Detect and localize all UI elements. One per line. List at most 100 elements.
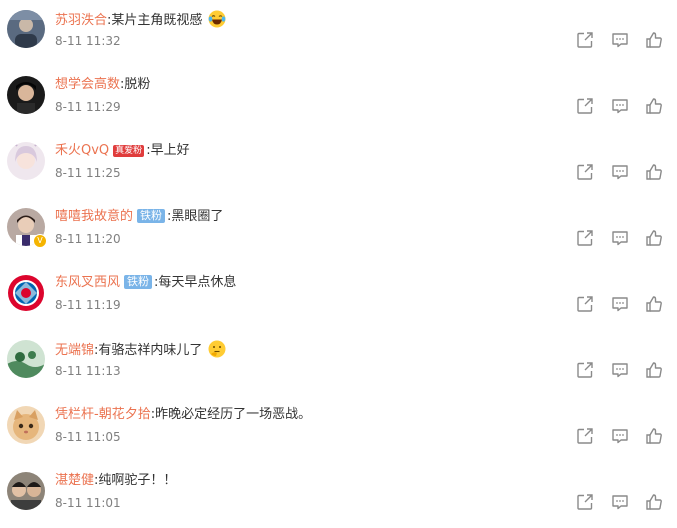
comment-item: V 嘻嘻我故意的 铁粉:黑眼圈了 8-11 11:20 [0, 198, 677, 264]
thumbs-up-icon [646, 296, 662, 312]
comment-time: 8-11 11:25 [55, 166, 121, 180]
avatar[interactable] [7, 340, 45, 378]
username-link[interactable]: 苏羽泆合 [55, 13, 107, 28]
comment-line: 东风叉西风 铁粉:每天早点休息 [55, 274, 236, 292]
username-link[interactable]: 想学会高数 [55, 77, 120, 92]
thumbs-up-icon [646, 494, 662, 510]
comment-icon [612, 297, 628, 312]
comment-item: 东风叉西风 铁粉:每天早点休息 8-11 11:19 [0, 264, 677, 330]
avatar[interactable] [7, 406, 45, 444]
share-button[interactable] [576, 229, 594, 247]
like-button[interactable] [645, 31, 663, 49]
reply-button[interactable] [611, 361, 629, 379]
share-button[interactable] [576, 97, 594, 115]
reply-button[interactable] [611, 295, 629, 313]
share-icon [577, 296, 593, 312]
share-icon [577, 230, 593, 246]
thumbs-up-icon [646, 428, 662, 444]
reply-button[interactable] [611, 427, 629, 445]
like-button[interactable] [645, 229, 663, 247]
verified-badge-icon: V [33, 234, 47, 248]
like-button[interactable] [645, 295, 663, 313]
comment-icon [612, 33, 628, 48]
username-link[interactable]: 禾火QvQ [55, 143, 109, 158]
thumbs-up-icon [646, 362, 662, 378]
like-button[interactable] [645, 163, 663, 181]
reply-button[interactable] [611, 229, 629, 247]
share-button[interactable] [576, 31, 594, 49]
thinking-emoji-icon [208, 340, 226, 358]
like-button[interactable] [645, 361, 663, 379]
comment-text: 早上好 [150, 143, 190, 158]
thumbs-up-icon [646, 164, 662, 180]
comment-text: 昨晚必定经历了一场恶战。 [155, 407, 312, 422]
share-icon [577, 32, 593, 48]
reply-button[interactable] [611, 493, 629, 511]
avatar[interactable] [7, 10, 45, 48]
username-link[interactable]: 无端锦 [55, 343, 94, 358]
share-icon [577, 164, 593, 180]
comment-text: 纯啊驼子！！ [98, 473, 177, 488]
comment-icon [612, 495, 628, 510]
comment-icon [612, 99, 628, 114]
comment-time: 8-11 11:32 [55, 34, 121, 48]
comment-line: 湛楚健:纯啊驼子！！ [55, 472, 176, 490]
comment-time: 8-11 11:29 [55, 100, 121, 114]
avatar[interactable] [7, 472, 45, 510]
like-button[interactable] [645, 427, 663, 445]
share-button[interactable] [576, 295, 594, 313]
comment-line: 无端锦:有骆志祥内味儿了 [55, 340, 226, 360]
comment-icon [612, 165, 628, 180]
comment-icon [612, 429, 628, 444]
reply-button[interactable] [611, 31, 629, 49]
comment-time: 8-11 11:13 [55, 364, 121, 378]
comment-text: 每天早点休息 [158, 275, 237, 290]
share-icon [577, 362, 593, 378]
avatar[interactable] [7, 76, 45, 114]
comment-item: 想学会高数:脱粉 8-11 11:29 [0, 66, 677, 132]
share-icon [577, 98, 593, 114]
comment-time: 8-11 11:20 [55, 232, 121, 246]
comment-text: 脱粉 [124, 77, 151, 92]
comment-icon [612, 363, 628, 378]
comment-text: 某片主角既视感 [111, 13, 203, 28]
comment-item: 无端锦:有骆志祥内味儿了 8-11 11:13 [0, 330, 677, 396]
share-icon [577, 494, 593, 510]
reply-button[interactable] [611, 97, 629, 115]
username-link[interactable]: 东风叉西风 [55, 275, 120, 290]
thumbs-up-icon [646, 230, 662, 246]
avatar[interactable] [7, 274, 45, 312]
comment-text: 有骆志祥内味儿了 [98, 343, 203, 358]
share-button[interactable] [576, 493, 594, 511]
comment-time: 8-11 11:19 [55, 298, 121, 312]
username-link[interactable]: 湛楚健 [55, 473, 94, 488]
laugh-tears-emoji-icon [208, 10, 226, 28]
username-link[interactable]: 嘻嘻我故意的 [55, 209, 133, 224]
like-button[interactable] [645, 97, 663, 115]
comment-line: 凭栏杆-朝花夕拾:昨晚必定经历了一场恶战。 [55, 406, 311, 424]
comment-line: 苏羽泆合:某片主角既视感 [55, 10, 226, 30]
share-icon [577, 428, 593, 444]
like-button[interactable] [645, 493, 663, 511]
comment-item: 禾火QvQ 真爱粉:早上好 8-11 11:25 [0, 132, 677, 198]
reply-button[interactable] [611, 163, 629, 181]
comment-time: 8-11 11:01 [55, 496, 121, 510]
comment-text: 黑眼圈了 [171, 209, 224, 224]
comment-list: 苏羽泆合:某片主角既视感 8-11 11:32 想学会高数:脱粉 8-11 11… [0, 0, 677, 528]
avatar[interactable] [7, 142, 45, 180]
iron-fan-badge: 铁粉 [137, 209, 166, 223]
thumbs-up-icon [646, 98, 662, 114]
comment-line: 禾火QvQ 真爱粉:早上好 [55, 142, 190, 160]
iron-fan-badge: 铁粉 [124, 275, 153, 289]
comment-line: 想学会高数:脱粉 [55, 76, 150, 94]
comment-item: 湛楚健:纯啊驼子！！ 8-11 11:01 [0, 462, 677, 528]
share-button[interactable] [576, 163, 594, 181]
comment-item: 凭栏杆-朝花夕拾:昨晚必定经历了一场恶战。 8-11 11:05 [0, 396, 677, 462]
share-button[interactable] [576, 361, 594, 379]
username-link[interactable]: 凭栏杆-朝花夕拾 [55, 407, 151, 422]
comment-icon [612, 231, 628, 246]
share-button[interactable] [576, 427, 594, 445]
true-fan-badge: 真爱粉 [113, 145, 145, 157]
comment-item: 苏羽泆合:某片主角既视感 8-11 11:32 [0, 0, 677, 66]
comment-line: 嘻嘻我故意的 铁粉:黑眼圈了 [55, 208, 223, 226]
